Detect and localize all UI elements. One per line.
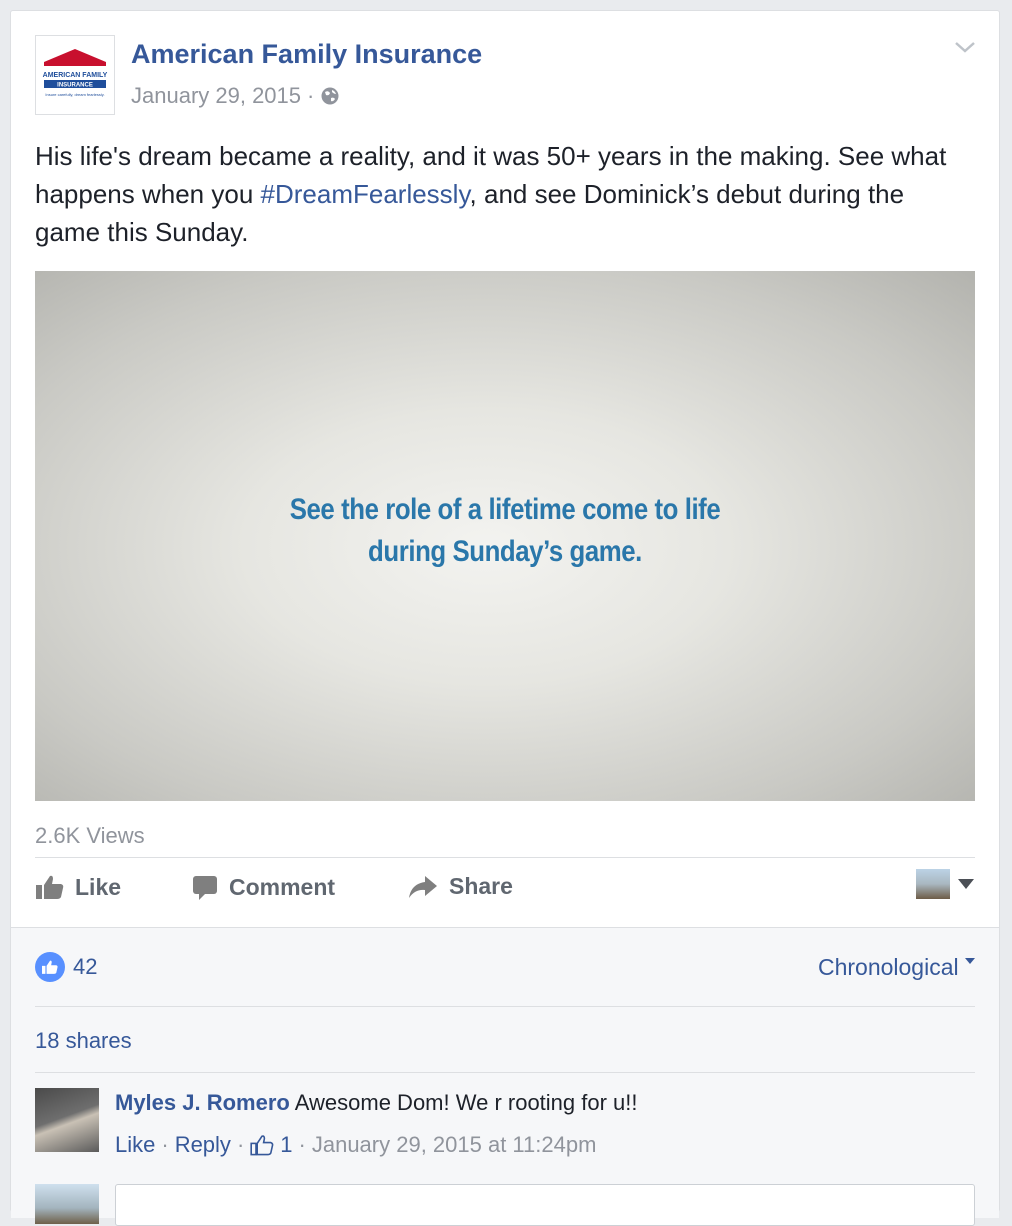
post-as-selector[interactable]: [916, 869, 974, 899]
viewer-avatar: [35, 1184, 99, 1224]
post-card: AMERICAN FAMILY INSURANCE Insure careful…: [10, 10, 1000, 1226]
post-meta: January 29, 2015 ·: [131, 83, 340, 109]
comment-like-count[interactable]: 1: [280, 1132, 292, 1158]
logo-line1: AMERICAN FAMILY: [43, 72, 108, 79]
comment-timestamp[interactable]: January 29, 2015 at 11:24pm: [312, 1132, 597, 1158]
ufi-footer: 42 Chronological 18 shares Myles J. Rome…: [11, 927, 999, 1226]
comment-meta: Like · Reply · 1 · January 29, 2015 at 1…: [115, 1132, 596, 1158]
comment-like-link[interactable]: Like: [115, 1132, 155, 1158]
chevron-down-icon: [955, 42, 975, 53]
like-count: 42: [73, 954, 98, 979]
comment-icon: [193, 876, 217, 900]
thumbs-up-icon: [36, 875, 64, 899]
video-caption-line1: See the role of a lifetime come to life: [289, 493, 721, 526]
view-count: 2.6K Views: [35, 823, 145, 848]
video-caption-line2: during Sunday’s game.: [368, 535, 642, 568]
comment-sort-dropdown[interactable]: Chronological: [818, 954, 975, 981]
caret-down-icon: [965, 958, 975, 965]
comment-label: Comment: [229, 873, 336, 900]
globe-icon[interactable]: [320, 86, 340, 106]
comment-text: Awesome Dom! We r rooting for u!!: [294, 1090, 638, 1115]
caret-down-icon: [958, 879, 974, 889]
divider: [35, 857, 975, 858]
divider: [35, 1006, 975, 1007]
hashtag-link[interactable]: #DreamFearlessly: [261, 179, 470, 209]
meta-separator: ·: [236, 1132, 245, 1157]
logo-line2: INSURANCE: [57, 83, 93, 89]
comment-input[interactable]: [115, 1184, 975, 1226]
share-button[interactable]: Share: [407, 873, 513, 900]
reactions-summary[interactable]: 42: [35, 952, 97, 982]
post-text: His life's dream became a reality, and i…: [35, 137, 975, 251]
shares-link[interactable]: 18 shares: [35, 1028, 132, 1054]
comment-button[interactable]: Comment: [191, 873, 335, 901]
share-label: Share: [449, 873, 513, 899]
thumbs-up-outline-icon: [250, 1135, 274, 1156]
comment-reply-link[interactable]: Reply: [175, 1132, 231, 1158]
like-label: Like: [75, 873, 122, 900]
commenter-avatar[interactable]: [35, 1088, 99, 1152]
share-arrow-icon: [409, 875, 437, 898]
meta-separator: ·: [161, 1132, 169, 1157]
logo-tagline: Insure carefully, dream fearlessly.: [45, 92, 104, 97]
viewer-avatar: [916, 869, 950, 899]
american-family-logo: AMERICAN FAMILY INSURANCE Insure careful…: [43, 49, 108, 97]
like-badge-icon: [35, 952, 65, 982]
page-logo[interactable]: AMERICAN FAMILY INSURANCE Insure careful…: [35, 35, 115, 115]
like-button[interactable]: Like: [35, 873, 121, 901]
post-date[interactable]: January 29, 2015: [131, 83, 301, 109]
divider: [35, 1072, 975, 1073]
video-player[interactable]: See the role of a lifetime come to life …: [35, 271, 975, 801]
sort-label: Chronological: [817, 954, 959, 980]
comment-author[interactable]: Myles J. Romero: [115, 1090, 290, 1115]
comment: Myles J. Romero Awesome Dom! We r rootin…: [115, 1090, 638, 1116]
meta-separator: ·: [298, 1132, 306, 1157]
meta-separator: ·: [307, 83, 315, 108]
post-options-chevron[interactable]: [953, 39, 977, 60]
page-name-link[interactable]: American Family Insurance: [131, 39, 482, 70]
